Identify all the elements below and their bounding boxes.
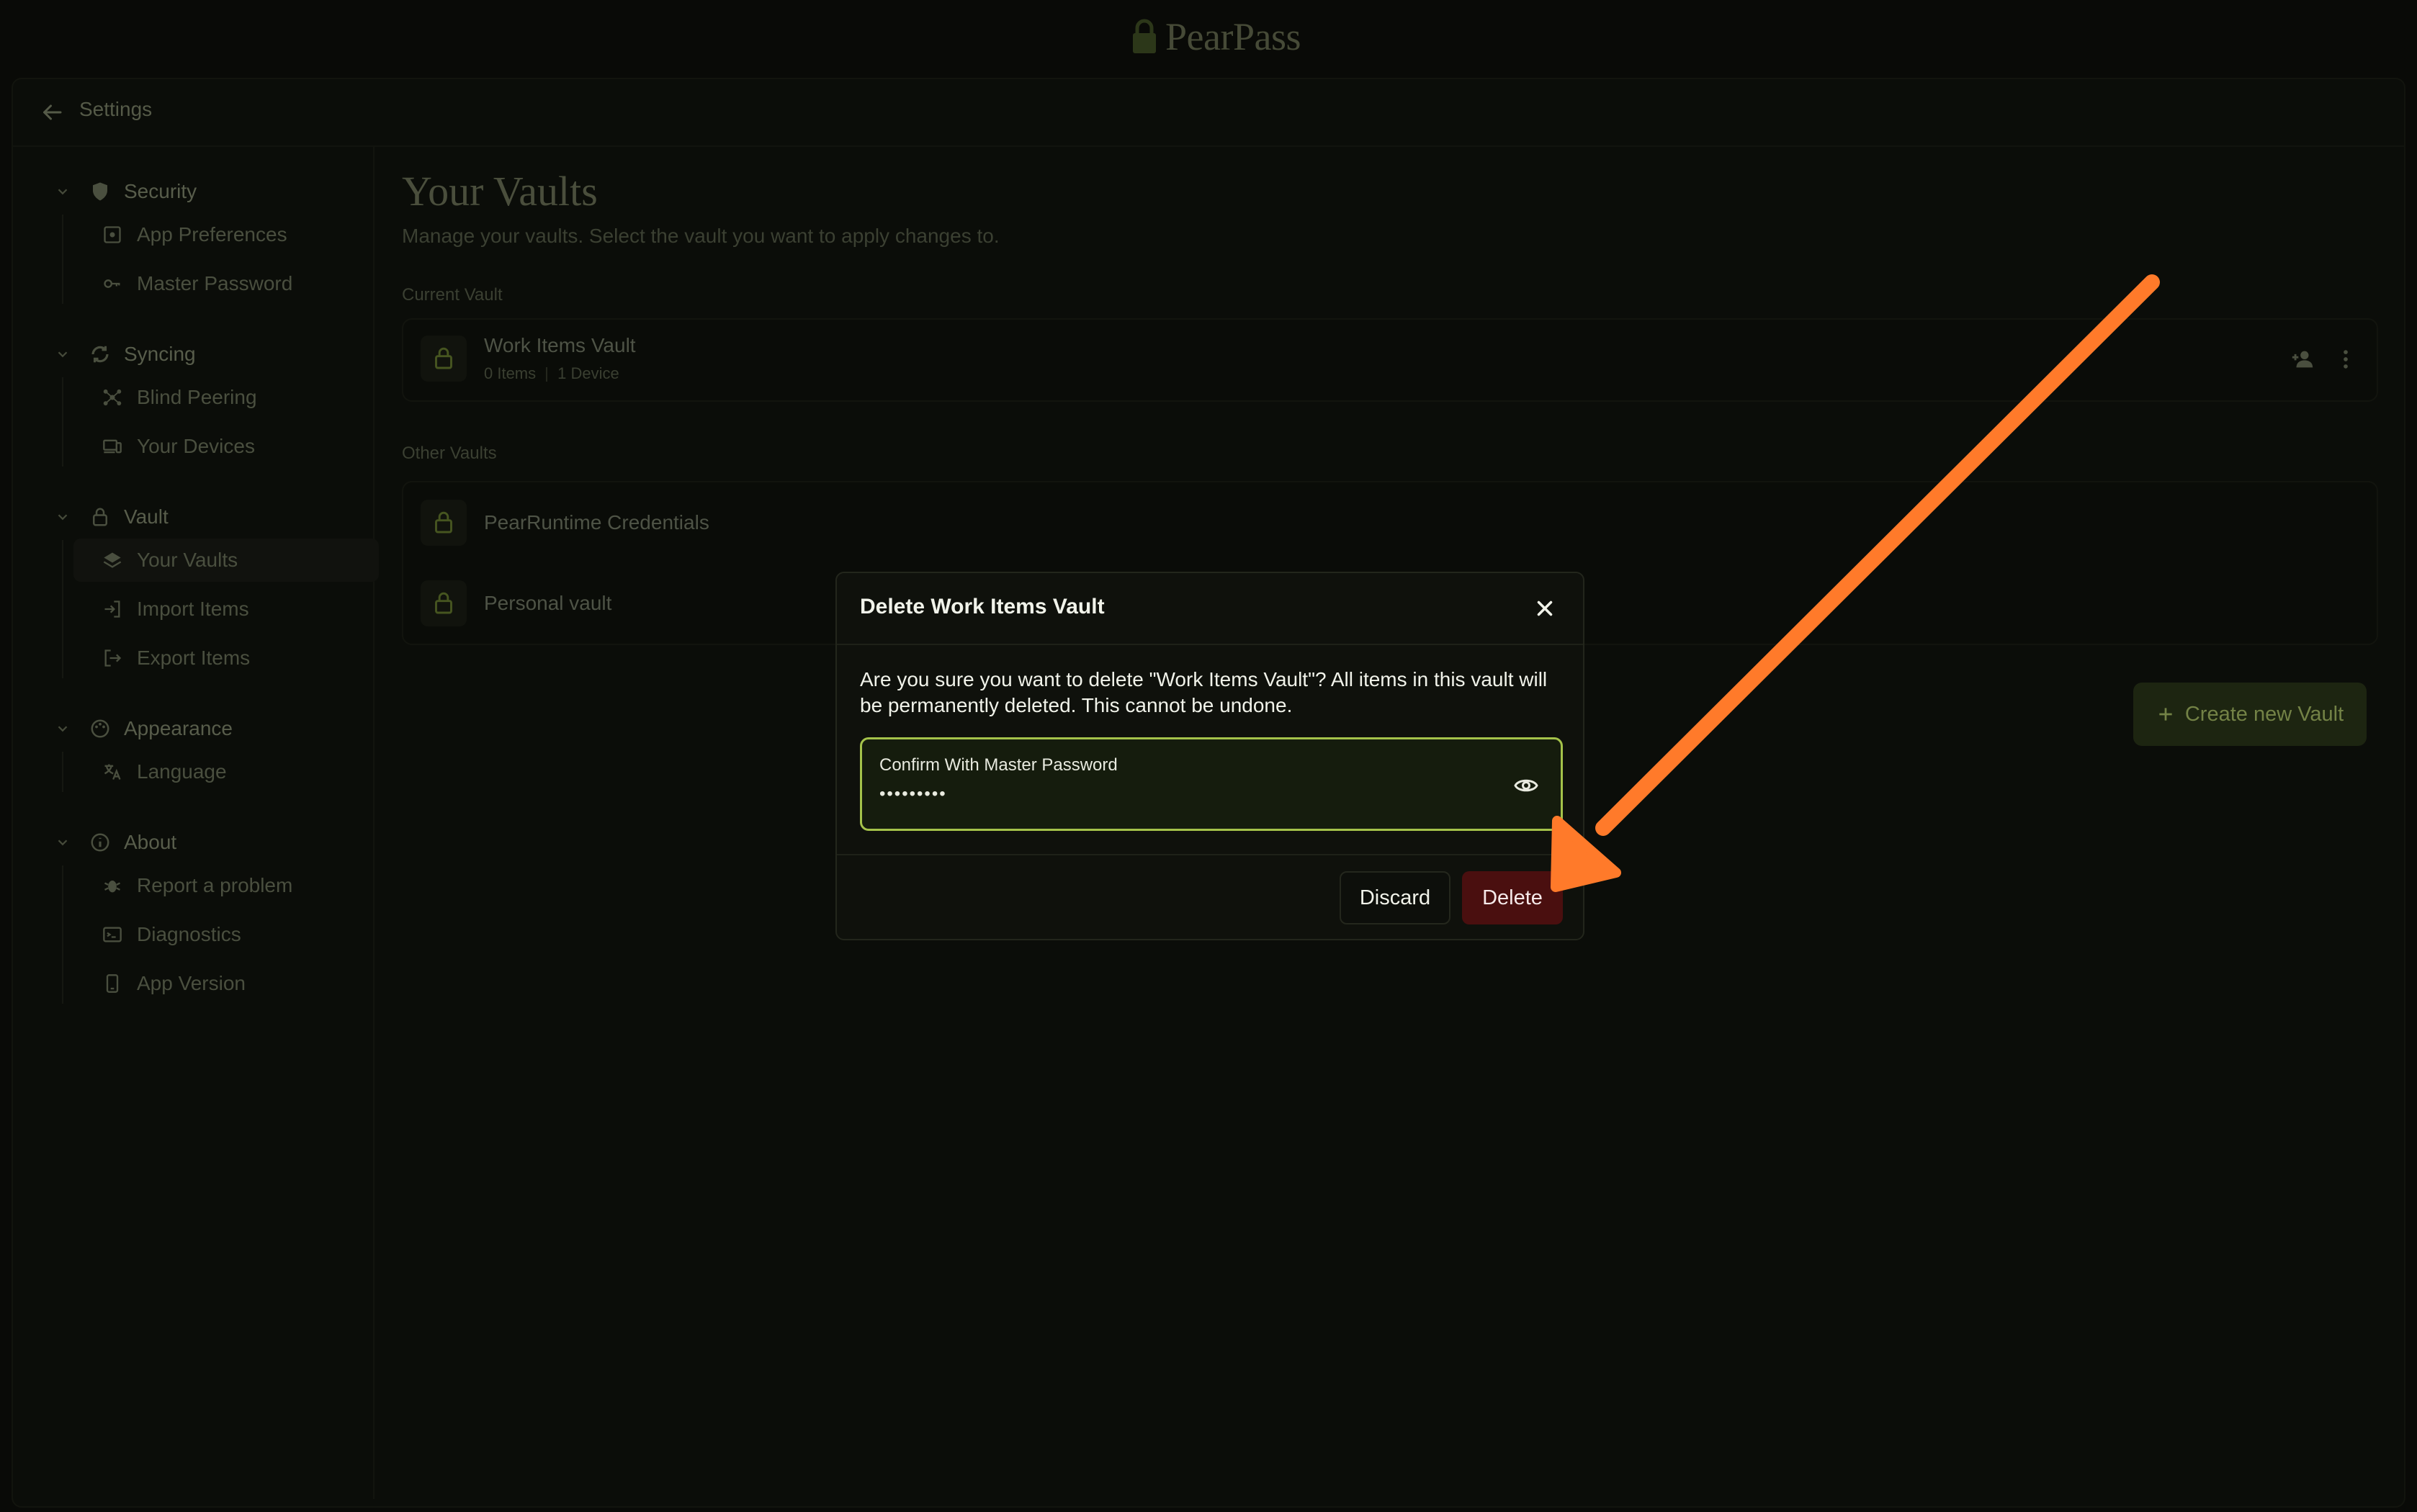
discard-button[interactable]: Discard <box>1340 871 1450 924</box>
master-password-field[interactable]: Confirm With Master Password ••••••••• <box>860 737 1563 831</box>
eye-icon[interactable] <box>1513 773 1539 798</box>
delete-button[interactable]: Delete <box>1462 871 1563 924</box>
delete-vault-dialog: Delete Work Items Vault Are you sure you… <box>835 572 1584 940</box>
password-input[interactable]: ••••••••• <box>879 784 947 804</box>
dialog-title: Delete Work Items Vault <box>860 595 1105 618</box>
divider <box>837 854 1583 855</box>
password-field-label: Confirm With Master Password <box>879 755 1118 775</box>
dialog-header: Delete Work Items Vault <box>837 573 1583 645</box>
close-icon[interactable] <box>1533 596 1557 621</box>
dialog-message: Are you sure you want to delete "Work It… <box>860 668 1548 716</box>
